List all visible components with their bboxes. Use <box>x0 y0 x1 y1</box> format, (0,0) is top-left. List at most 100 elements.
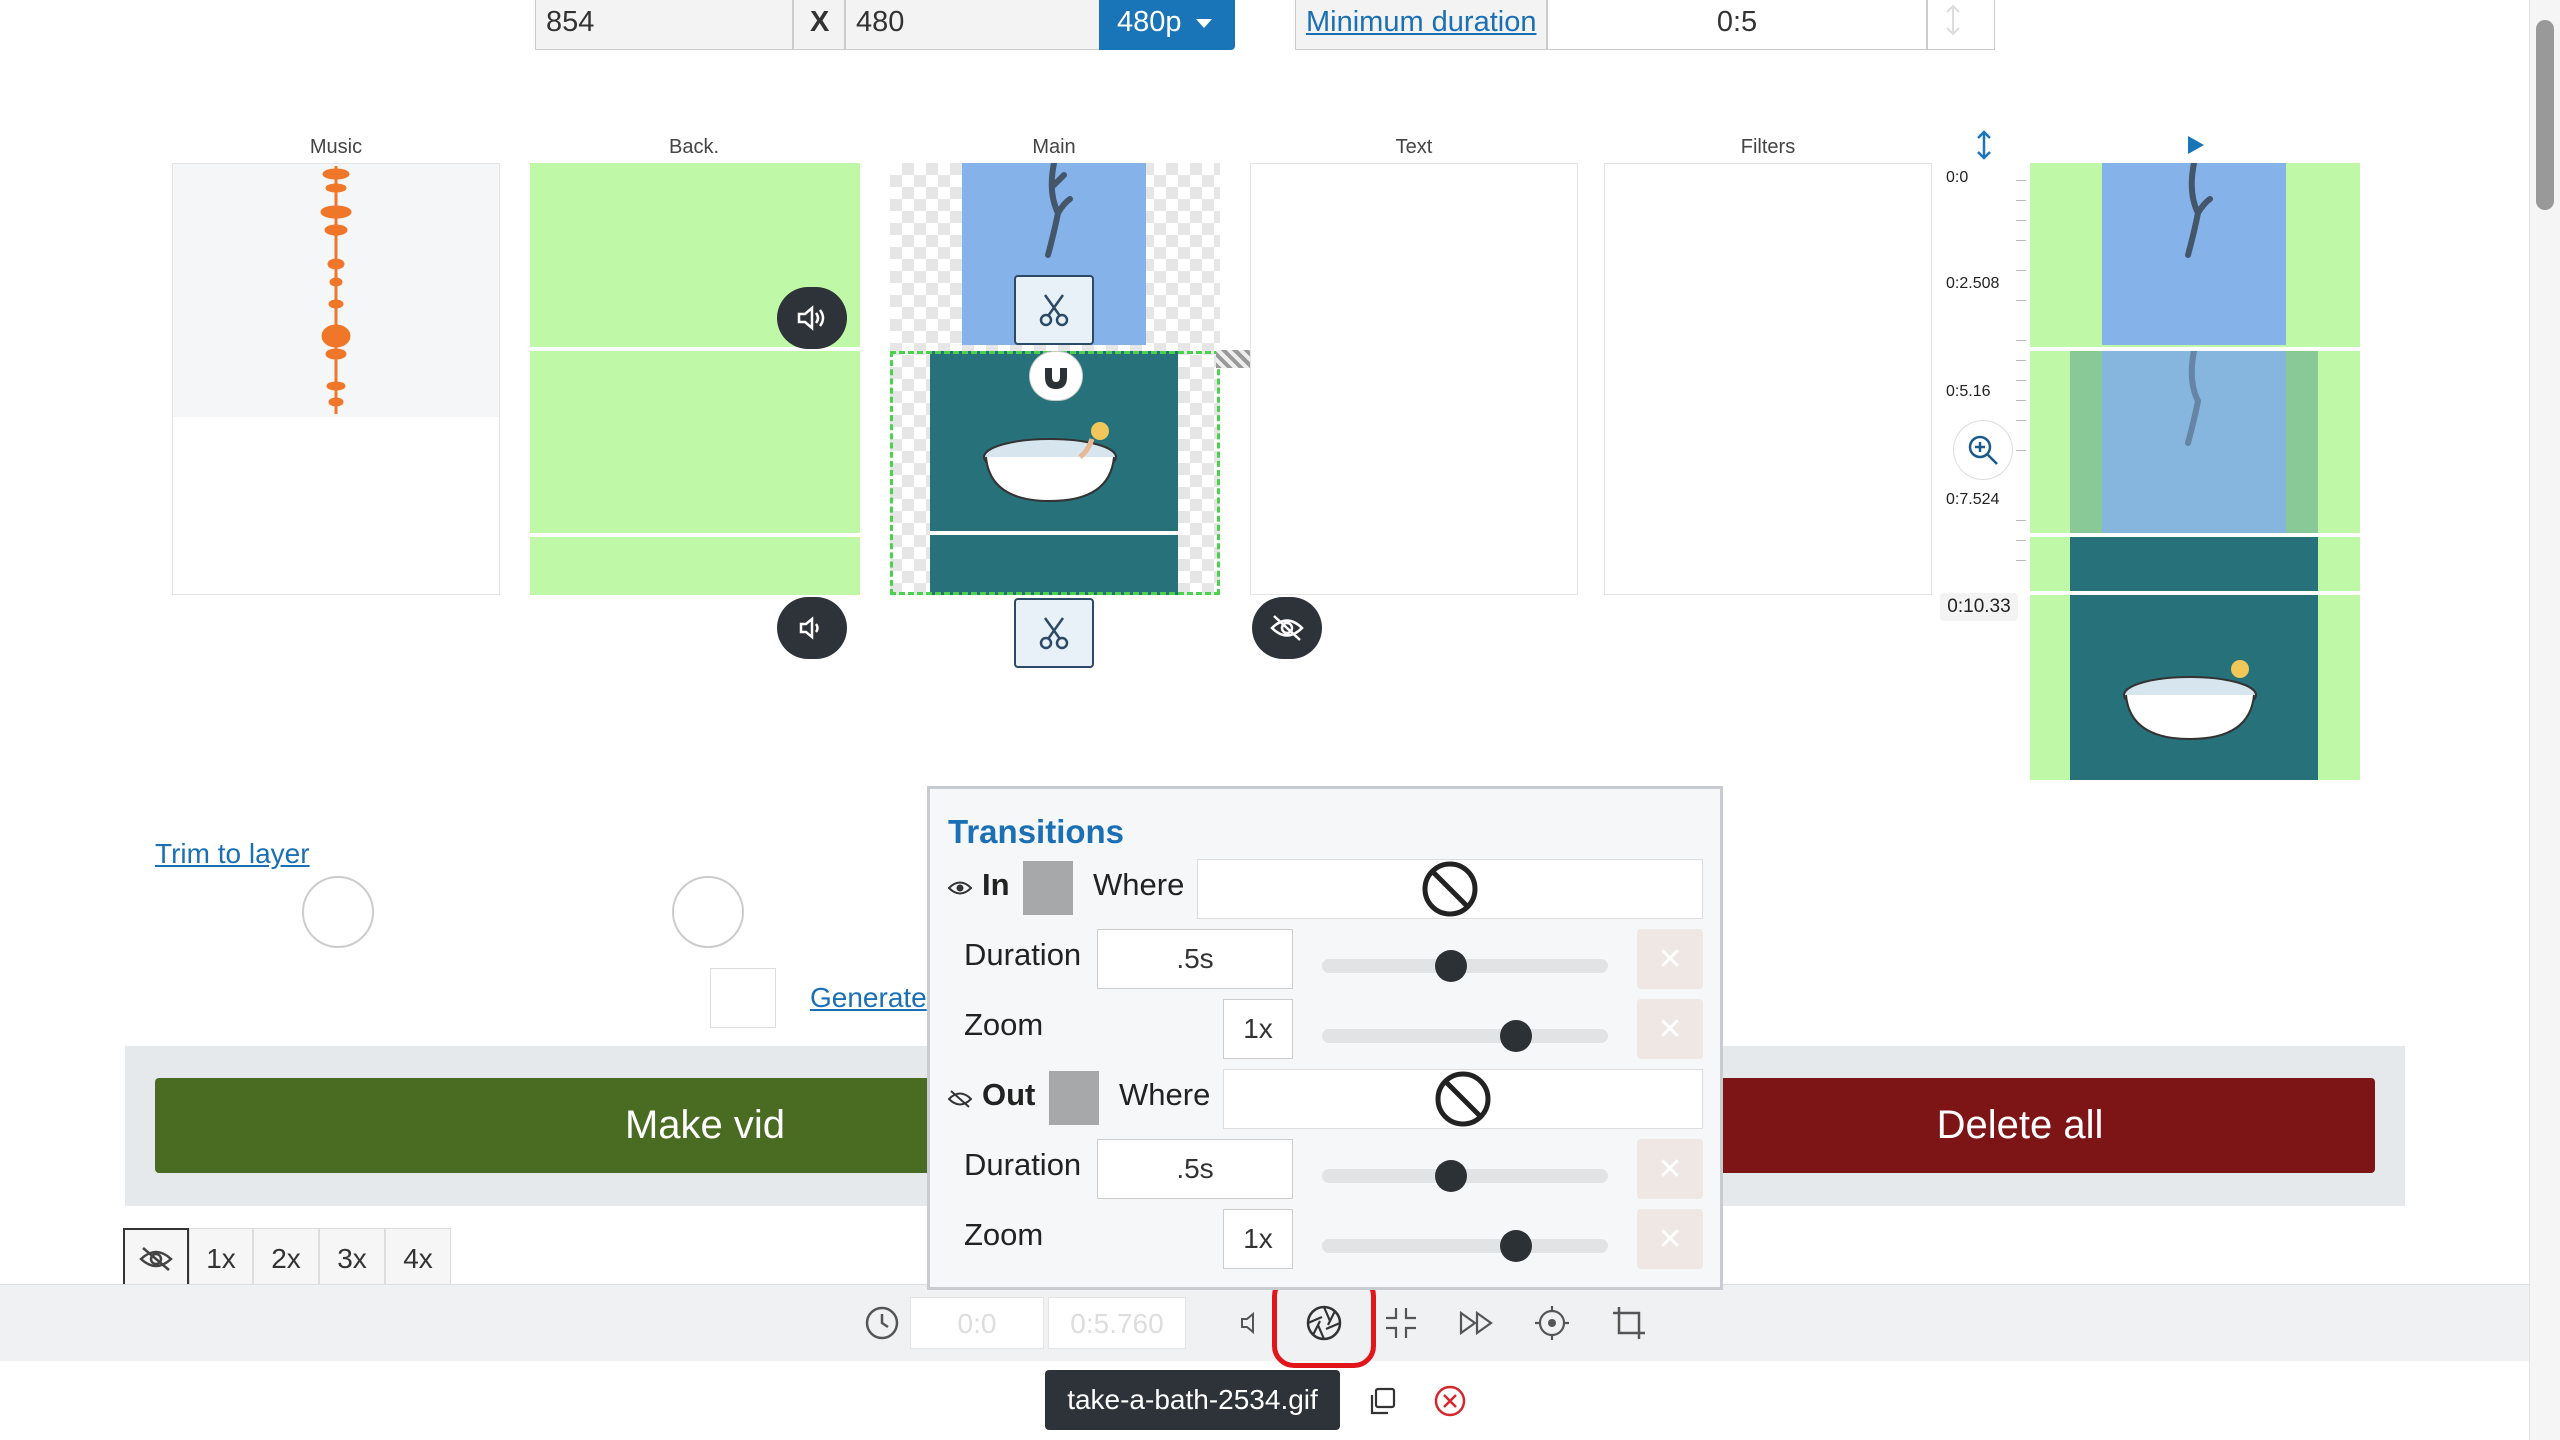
delete-all-button[interactable]: Delete all <box>1665 1078 2375 1173</box>
music-clip[interactable] <box>173 164 499 417</box>
remove-file-button[interactable] <box>1425 1376 1475 1426</box>
lane-label-music: Music <box>309 136 363 158</box>
trim-to-layer-link[interactable]: Trim to layer <box>155 838 310 870</box>
in-zoom-slider-knob[interactable] <box>1500 1020 1532 1052</box>
play-icon[interactable] <box>2184 134 2206 156</box>
file-name-chip: take-a-bath-2534.gif <box>1045 1370 1340 1430</box>
zoom-3x-button[interactable]: 3x <box>319 1228 385 1290</box>
no-entry-icon <box>1422 861 1478 917</box>
out-zoom-slider[interactable] <box>1322 1239 1608 1253</box>
in-label: In <box>982 867 1010 902</box>
in-zoom-input[interactable]: 1x <box>1223 999 1293 1059</box>
eye-icon[interactable] <box>948 879 972 897</box>
out-zoom-input[interactable]: 1x <box>1223 1209 1293 1269</box>
music-waveform-icon <box>320 166 352 414</box>
drag-handle[interactable] <box>1216 350 1252 368</box>
out-label: Out <box>982 1077 1036 1112</box>
lane-label-main: Main <box>1032 136 1076 158</box>
clock-icon <box>865 1306 899 1340</box>
zoom-2x-button[interactable]: 2x <box>253 1228 319 1290</box>
in-where-label: Where <box>1093 867 1185 902</box>
out-where-select[interactable] <box>1223 1069 1703 1129</box>
crop-button[interactable] <box>1604 1298 1654 1348</box>
time-tick-label: 0:7.524 <box>1946 491 2000 508</box>
scrollbar-thumb[interactable] <box>2536 20 2554 210</box>
split-button[interactable] <box>1014 275 1094 345</box>
in-color-swatch[interactable] <box>1023 861 1073 915</box>
time-tick-label: 0:5.16 <box>1946 383 1991 400</box>
fit-button[interactable] <box>1376 1298 1426 1348</box>
min-duration-spinner[interactable] <box>1927 0 1995 50</box>
out-duration-label: Duration <box>964 1147 1082 1182</box>
height-input[interactable]: 480 <box>845 0 1101 50</box>
color-picker-circle[interactable] <box>302 876 374 948</box>
filters-lane[interactable] <box>1604 163 1932 595</box>
visibility-off-button[interactable] <box>1252 597 1322 659</box>
eye-slash-icon <box>1270 615 1304 641</box>
out-zoom-reset-button[interactable]: ✕ <box>1637 1209 1703 1269</box>
file-name: take-a-bath-2534.gif <box>1067 1384 1318 1415</box>
in-duration-label: Duration <box>964 937 1082 972</box>
in-zoom-slider[interactable] <box>1322 1029 1608 1043</box>
color-picker-circle[interactable] <box>672 876 744 948</box>
width-input[interactable]: 854 <box>535 0 793 50</box>
zoom-1x-button[interactable]: 1x <box>189 1228 253 1290</box>
min-duration-label-box: Minimum duration <box>1295 0 1547 50</box>
crop-icon <box>1613 1307 1645 1339</box>
start-time-input[interactable]: 0:0 <box>910 1297 1044 1349</box>
dimension-separator: X <box>793 0 845 50</box>
lane-label-back: Back. <box>668 136 720 158</box>
min-duration-link[interactable]: Minimum duration <box>1306 6 1536 38</box>
magnet-icon <box>1045 363 1067 389</box>
no-entry-icon <box>1435 1071 1491 1127</box>
zoom-4x-button[interactable]: 4x <box>385 1228 451 1290</box>
split-button[interactable] <box>1014 598 1094 668</box>
shark-thumbnail-icon <box>1045 160 1073 258</box>
resolution-dropdown[interactable]: 480p <box>1099 0 1235 50</box>
copy-icon <box>1370 1387 1396 1415</box>
generate-checkbox[interactable] <box>710 968 776 1028</box>
end-time-input[interactable]: 0:5.760 <box>1048 1297 1186 1349</box>
height-resize-icon[interactable] <box>1972 130 1996 160</box>
music-lane[interactable] <box>172 163 500 595</box>
hide-toggle-button[interactable] <box>123 1228 189 1290</box>
time-tick-label: 0:10.33 <box>1940 593 2018 621</box>
close-circle-icon <box>1434 1385 1466 1417</box>
volume-button[interactable] <box>777 597 847 659</box>
position-button[interactable] <box>1527 1298 1577 1348</box>
transitions-title: Transitions <box>948 813 1125 850</box>
in-where-select[interactable] <box>1197 859 1703 919</box>
compress-icon <box>1386 1308 1416 1338</box>
preview-strip <box>2030 163 2360 780</box>
generate-link[interactable]: Generate <box>810 982 927 1014</box>
time-tick-label: 0:2.508 <box>1946 275 2000 292</box>
out-duration-input[interactable]: .5s <box>1097 1139 1293 1199</box>
volume-button[interactable] <box>777 287 847 349</box>
clock-button[interactable] <box>857 1298 907 1348</box>
speed-button[interactable] <box>1452 1298 1502 1348</box>
in-duration-slider-knob[interactable] <box>1435 950 1467 982</box>
out-duration-slider-knob[interactable] <box>1435 1160 1467 1192</box>
back-lane[interactable] <box>530 163 860 595</box>
speaker-icon <box>1241 1311 1254 1335</box>
text-lane[interactable] <box>1250 163 1578 595</box>
back-clip-divider <box>530 533 860 537</box>
zoom-button-group: 1x 2x 3x 4x <box>123 1228 451 1290</box>
magnet-button[interactable] <box>1030 352 1082 400</box>
time-tick-label: 0:0 <box>1946 169 1969 186</box>
eye-slash-icon <box>139 1247 173 1271</box>
zoom-timeline-button[interactable] <box>1954 421 2012 479</box>
in-duration-input[interactable]: .5s <box>1097 929 1293 989</box>
min-duration-input[interactable]: 0:5 <box>1547 0 1927 50</box>
speaker-loud-icon <box>797 305 825 331</box>
out-duration-reset-button[interactable]: ✕ <box>1637 1139 1703 1199</box>
in-zoom-reset-button[interactable]: ✕ <box>1637 999 1703 1059</box>
duplicate-button[interactable] <box>1357 1376 1407 1426</box>
page-scrollbar[interactable] <box>2529 0 2560 1440</box>
out-zoom-slider-knob[interactable] <box>1500 1230 1532 1262</box>
speaker-low-icon <box>799 616 819 640</box>
in-duration-reset-button[interactable]: ✕ <box>1637 929 1703 989</box>
eye-slash-icon[interactable] <box>948 1089 972 1109</box>
volume-toolbar-button[interactable] <box>1225 1298 1275 1348</box>
out-color-swatch[interactable] <box>1049 1071 1099 1125</box>
